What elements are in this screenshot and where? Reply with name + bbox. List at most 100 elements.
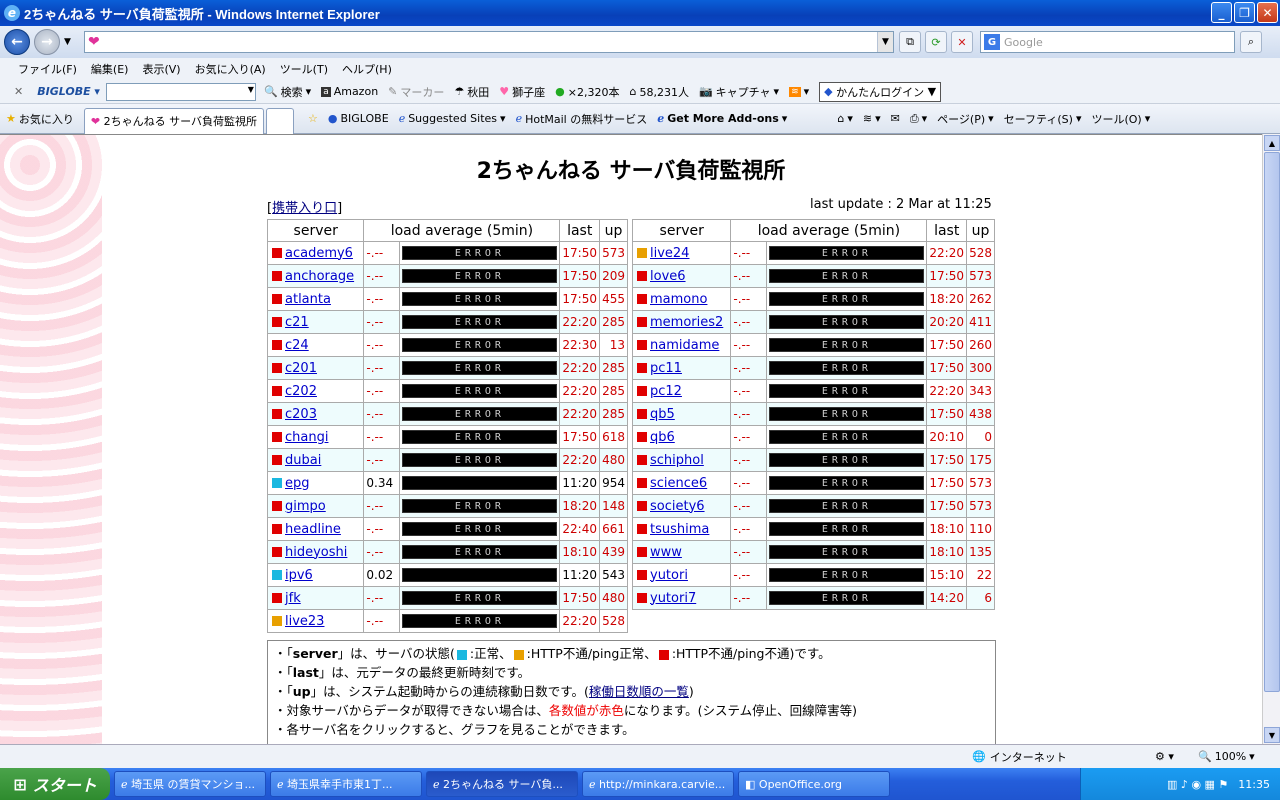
fav-biglobe[interactable]: ● BIGLOBE [328, 112, 389, 125]
taskbar-item-5[interactable]: ◧ OpenOffice.org [738, 771, 890, 797]
people-button[interactable]: ⌂ 58,231人 [629, 84, 688, 100]
search-button[interactable]: ⌕ [1240, 31, 1262, 53]
new-tab-button[interactable] [265, 107, 294, 134]
server-link[interactable]: c21 [285, 315, 309, 330]
weather-button[interactable]: ☂ 秋田 [454, 84, 489, 100]
server-link[interactable]: yutori7 [650, 591, 696, 606]
server-link[interactable]: society6 [650, 499, 705, 514]
uptime-list-link[interactable]: 稼働日数順の一覧 [589, 684, 689, 699]
server-link[interactable]: anchorage [285, 269, 354, 284]
scroll-thumb[interactable] [1264, 152, 1280, 692]
keitai-link[interactable]: 携帯入り口 [272, 201, 337, 216]
protected-mode-icon[interactable]: ⚙ ▾ [1155, 750, 1174, 763]
toolbar-search-button[interactable]: 🔍 検索 ▾ [264, 84, 311, 100]
safety-menu[interactable]: セーフティ(S) ▾ [1004, 111, 1082, 127]
server-cell: memories2 [631, 310, 732, 334]
start-button[interactable]: ⊞ スタート [0, 768, 110, 800]
fav-addons[interactable]: ℯ Get More Add-ons ▾ [657, 112, 787, 125]
tab-active[interactable]: ❤ 2ちゃんねる サーバ負荷監視所 [83, 107, 264, 134]
taskbar-item-1[interactable]: ℯ 埼玉県 の賃貸マンショ... [114, 771, 266, 797]
server-link[interactable]: love6 [650, 269, 686, 284]
address-input[interactable]: ❤ ▼ [84, 31, 894, 53]
compat-view-button[interactable]: ⧉ [899, 31, 921, 53]
amazon-button[interactable]: a Amazon [321, 85, 378, 98]
server-link[interactable]: live23 [285, 614, 324, 629]
server-link[interactable]: c24 [285, 338, 309, 353]
forward-button[interactable]: → [34, 29, 60, 55]
search-input[interactable]: G Google [980, 31, 1235, 53]
server-link[interactable]: qb5 [650, 407, 675, 422]
server-link[interactable]: academy6 [285, 246, 353, 261]
toolbar-close-icon[interactable]: ✕ [14, 85, 23, 98]
server-link[interactable]: dubai [285, 453, 321, 468]
print-button[interactable]: ⎙ ▾ [910, 112, 927, 126]
server-link[interactable]: hideyoshi [285, 545, 347, 560]
load-bar: ERROR [769, 476, 925, 490]
feeds-button[interactable]: ≋ ▾ [863, 112, 881, 125]
vertical-scrollbar[interactable]: ▲ ▼ [1262, 134, 1280, 744]
server-link[interactable]: gimpo [285, 499, 326, 514]
capture-button[interactable]: 📷 キャプチャ ▾ [699, 84, 779, 100]
tools-menu[interactable]: ツール(O) ▾ [1091, 111, 1150, 127]
server-link[interactable]: headline [285, 522, 341, 537]
zoom-button[interactable]: 🔍 100% ▾ [1198, 750, 1255, 763]
menu-bar: ファイル(F) 編集(E) 表示(V) お気に入り(A) ツール(T) ヘルプ(… [0, 58, 1280, 80]
taskbar-item-4[interactable]: ℯ http://minkara.carvie... [582, 771, 734, 797]
server-link[interactable]: changi [285, 430, 328, 445]
server-link[interactable]: live24 [650, 246, 689, 261]
marker-button[interactable]: ✎ マーカー [388, 84, 444, 100]
mail-button[interactable]: ✉ [891, 112, 900, 125]
menu-tools[interactable]: ツール(T) [280, 61, 328, 77]
server-link[interactable]: namidame [650, 338, 719, 353]
server-link[interactable]: schiphol [650, 453, 704, 468]
biglobe-logo[interactable]: BIGLOBE ▾ [37, 85, 100, 98]
server-link[interactable]: tsushima [650, 522, 709, 537]
back-button[interactable]: ← [4, 29, 30, 55]
server-link[interactable]: epg [285, 476, 310, 491]
server-link[interactable]: c202 [285, 384, 317, 399]
add-favorite-button[interactable]: ☆ [308, 112, 318, 125]
taskbar-item-3[interactable]: ℯ 2ちゃんねる サーバ負... [426, 771, 578, 797]
server-link[interactable]: pc12 [650, 384, 682, 399]
tray-icons[interactable]: ▥ ♪ ◉ ▦ ⚑ [1167, 778, 1228, 791]
taskbar-item-2[interactable]: ℯ 埼玉県幸手市東1丁... [270, 771, 422, 797]
server-link[interactable]: mamono [650, 292, 707, 307]
maximize-button[interactable]: ❐ [1234, 2, 1255, 23]
history-dropdown-icon[interactable]: ▼ [64, 37, 71, 47]
fav-hotmail[interactable]: ℯ HotMail の無料サービス [516, 111, 648, 127]
server-link[interactable]: jfk [285, 591, 301, 606]
menu-help[interactable]: ヘルプ(H) [342, 61, 392, 77]
server-link[interactable]: yutori [650, 568, 688, 583]
scroll-down-icon[interactable]: ▼ [1264, 727, 1280, 743]
address-dropdown-icon[interactable]: ▼ [877, 32, 893, 52]
stop-button[interactable]: ✕ [951, 31, 973, 53]
biglobe-search-select[interactable] [105, 82, 256, 101]
menu-favorites[interactable]: お気に入り(A) [195, 61, 266, 77]
rss-button[interactable]: ≋ ▾ [789, 85, 809, 98]
server-link[interactable]: atlanta [285, 292, 331, 307]
server-link[interactable]: pc11 [650, 361, 682, 376]
server-link[interactable]: qb6 [650, 430, 675, 445]
books-button[interactable]: ● ×2,320本 [555, 84, 619, 100]
menu-edit[interactable]: 編集(E) [91, 61, 129, 77]
page-menu[interactable]: ページ(P) ▾ [937, 111, 994, 127]
minimize-button[interactable]: _ [1211, 2, 1232, 23]
easy-login-button[interactable]: ◆ かんたんログイン ▼ [819, 81, 942, 102]
server-link[interactable]: memories2 [650, 315, 723, 330]
server-link[interactable]: c203 [285, 407, 317, 422]
horoscope-button[interactable]: ♥ 獅子座 [499, 84, 545, 100]
server-link[interactable]: www [650, 545, 682, 560]
close-button[interactable]: ✕ [1257, 2, 1278, 23]
favorites-button[interactable]: ★ お気に入り [6, 111, 74, 127]
home-button[interactable]: ⌂ ▾ [837, 112, 853, 125]
menu-file[interactable]: ファイル(F) [18, 61, 77, 77]
server-link[interactable]: ipv6 [285, 568, 313, 583]
server-link[interactable]: science6 [650, 476, 707, 491]
server-link[interactable]: c201 [285, 361, 317, 376]
load-bar: ERROR [402, 545, 558, 559]
menu-view[interactable]: 表示(V) [142, 61, 180, 77]
scroll-up-icon[interactable]: ▲ [1264, 135, 1280, 151]
server-cell: ipv6 [266, 563, 365, 587]
fav-suggested[interactable]: ℯ Suggested Sites ▾ [399, 112, 506, 125]
refresh-button[interactable]: ⟳ [925, 31, 947, 53]
